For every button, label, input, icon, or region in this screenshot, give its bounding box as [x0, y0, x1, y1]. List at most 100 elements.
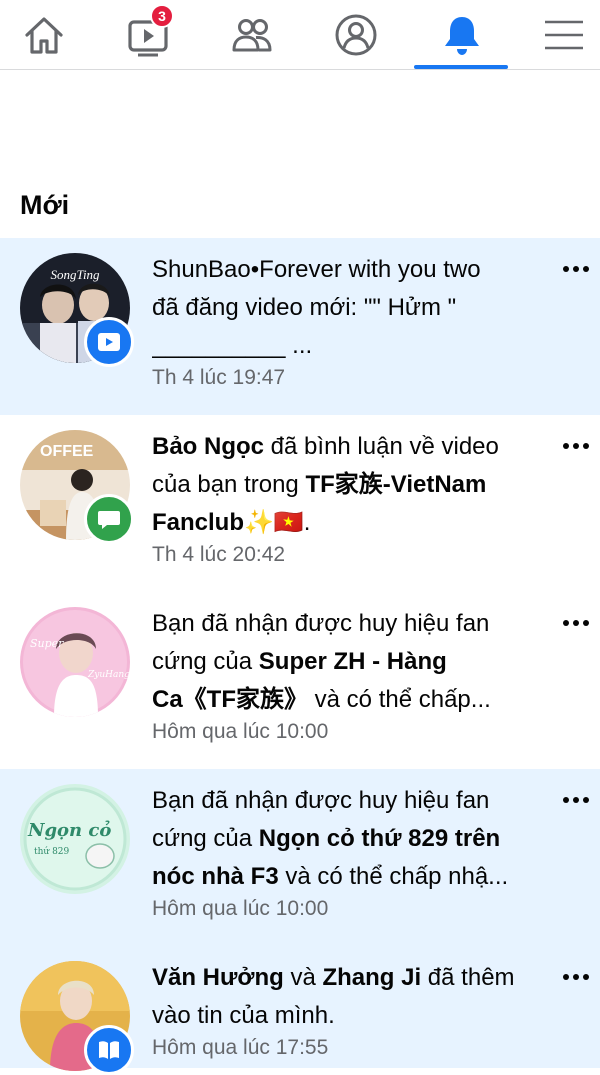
notification-phrase: của bạn trong — [152, 471, 306, 498]
dot-icon — [563, 266, 569, 272]
notification-line: cứng của Ngọn cỏ thứ 829 trên — [152, 820, 527, 858]
notification-text: Bạn đã nhận được huy hiệu fan cứng của N… — [152, 782, 527, 896]
watch-notification-badge: 3 — [150, 4, 174, 28]
dot-icon — [583, 266, 589, 272]
notification-line: Bảo Ngọc đã bình luận về video — [152, 428, 527, 466]
dot-icon — [573, 974, 579, 980]
nav-profile-tab[interactable] — [306, 0, 406, 70]
actor-name[interactable]: Văn Hưởng — [152, 964, 284, 991]
notification-text: ShunBao•Forever with you two đã đăng vid… — [152, 251, 527, 365]
notification-time: Hôm qua lúc 17:55 — [152, 1036, 329, 1059]
svg-text:SongTing: SongTing — [50, 267, 100, 282]
notification-text: Bạn đã nhận được huy hiệu fan cứng của S… — [152, 605, 527, 719]
avatar: Super ZyuHang 左航 — [20, 607, 130, 717]
nav-notifications-tab[interactable] — [412, 0, 512, 70]
notification-avatar: Ngọn cỏ thứ 829 — [20, 784, 130, 894]
nav-watch-tab[interactable]: 3 — [98, 0, 198, 70]
group-name[interactable]: TF家族-VietNam — [305, 471, 486, 498]
notification-line: cứng của Super ZH - Hàng — [152, 643, 527, 681]
comment-badge — [84, 494, 134, 544]
nav-home-tab[interactable] — [0, 0, 94, 70]
home-icon — [25, 17, 63, 54]
notification-avatar — [20, 961, 134, 1075]
actor-name[interactable]: Bảo Ngọc — [152, 433, 264, 460]
group-name-cont[interactable]: Ca《TF家族》 — [152, 686, 308, 713]
notification-line: Văn Hưởng và Zhang Ji đã thêm — [152, 959, 527, 997]
comment-icon — [98, 511, 120, 529]
notification-avatar: OFFEE — [20, 430, 134, 544]
notification-line: __________ ... — [152, 332, 313, 359]
dot-icon — [563, 797, 569, 803]
dot-icon — [563, 443, 569, 449]
video-icon — [98, 333, 120, 351]
avatar-text: Super — [30, 637, 64, 650]
notification-avatar: SongTing — [20, 253, 134, 367]
notification-phrase: cứng của — [152, 825, 259, 852]
notification-line: Ca《TF家族》 và có thể chấp... — [152, 681, 527, 719]
more-options-button[interactable] — [563, 256, 589, 282]
notification-verb: đã thêm — [421, 964, 515, 991]
avatar-text: thứ 829 — [34, 846, 70, 857]
dot-icon — [583, 974, 589, 980]
video-badge — [84, 317, 134, 367]
notification-phrase: cứng của — [152, 648, 259, 675]
profile-icon — [335, 14, 377, 56]
notification-line: đã đăng video mới: "" Hửm " — [152, 294, 457, 321]
avatar-image: Ngọn cỏ thứ 829 — [20, 784, 130, 894]
avatar-text: ZyuHang — [87, 670, 130, 680]
notification-time: Hôm qua lúc 10:00 — [152, 720, 329, 743]
more-options-button[interactable] — [563, 787, 589, 813]
avatar-text: 左航 — [60, 699, 88, 715]
notification-line: vào tin của mình. — [152, 1002, 335, 1029]
notification-text: Bảo Ngọc đã bình luận về video của bạn t… — [152, 428, 527, 542]
notification-time: Hôm qua lúc 10:00 — [152, 897, 329, 920]
more-options-button[interactable] — [563, 964, 589, 990]
nav-friends-tab[interactable] — [202, 0, 302, 70]
avatar-image: Super ZyuHang 左航 — [20, 607, 130, 717]
dot-icon — [573, 266, 579, 272]
notification-item[interactable]: Văn Hưởng và Zhang Ji đã thêm vào tin củ… — [0, 946, 600, 1075]
top-navigation-bar: 3 — [0, 0, 600, 70]
group-name[interactable]: Super ZH - Hàng — [259, 648, 447, 675]
notification-avatar: Super ZyuHang 左航 — [20, 607, 130, 717]
dot-icon — [573, 620, 579, 626]
notification-item[interactable]: Super ZyuHang 左航 Bạn đã nhận được huy hi… — [0, 592, 600, 769]
avatar: Ngọn cỏ thứ 829 — [20, 784, 130, 894]
dot-icon — [563, 620, 569, 626]
notification-text: Văn Hưởng và Zhang Ji đã thêm vào tin củ… — [152, 959, 527, 1035]
notification-line: của bạn trong TF家族-VietNam — [152, 466, 527, 504]
notification-time: Th 4 lúc 20:42 — [152, 543, 286, 566]
svg-text:OFFEE: OFFEE — [40, 443, 94, 460]
notification-item[interactable]: OFFEE Bảo Ngọc đã bình luận về video của… — [0, 415, 600, 592]
active-tab-indicator — [414, 65, 508, 69]
notification-item[interactable]: Ngọn cỏ thứ 829 Bạn đã nhận được huy hiệ… — [0, 769, 600, 946]
notification-line: nóc nhà F3 và có thể chấp nhậ... — [152, 858, 527, 896]
dot-icon — [583, 797, 589, 803]
notification-line: Fanclub✨🇻🇳. — [152, 504, 527, 542]
group-name-cont[interactable]: Fanclub✨🇻🇳 — [152, 509, 304, 536]
actor-name[interactable]: Zhang Ji — [322, 964, 421, 991]
notification-conj: và — [283, 964, 323, 991]
group-name-cont[interactable]: nóc nhà F3 — [152, 863, 279, 890]
notification-time: Th 4 lúc 19:47 — [152, 366, 286, 389]
dot-icon — [583, 620, 589, 626]
more-options-button[interactable] — [563, 433, 589, 459]
notification-item[interactable]: SongTing ShunBao•Forever with you two đã… — [0, 238, 600, 415]
section-title-new: Mới — [20, 190, 70, 220]
nav-menu-tab[interactable] — [514, 0, 600, 70]
bell-icon — [445, 17, 479, 55]
friends-icon — [232, 19, 272, 52]
more-options-button[interactable] — [563, 610, 589, 636]
notification-rest: và có thể chấp... — [308, 686, 491, 713]
notification-rest: và có thể chấp nhậ... — [278, 863, 509, 890]
avatar-text: Ngọn cỏ — [27, 819, 111, 841]
dot-icon — [563, 974, 569, 980]
notification-line: Bạn đã nhận được huy hiệu fan — [152, 787, 490, 814]
dot-icon — [573, 797, 579, 803]
group-name[interactable]: Ngọn cỏ thứ 829 trên — [259, 825, 500, 852]
notification-verb: đã bình luận về video — [264, 433, 499, 460]
dot-icon — [583, 443, 589, 449]
dot-icon — [573, 443, 579, 449]
notification-line: ShunBao•Forever with you two — [152, 256, 481, 283]
book-icon — [99, 1041, 119, 1059]
